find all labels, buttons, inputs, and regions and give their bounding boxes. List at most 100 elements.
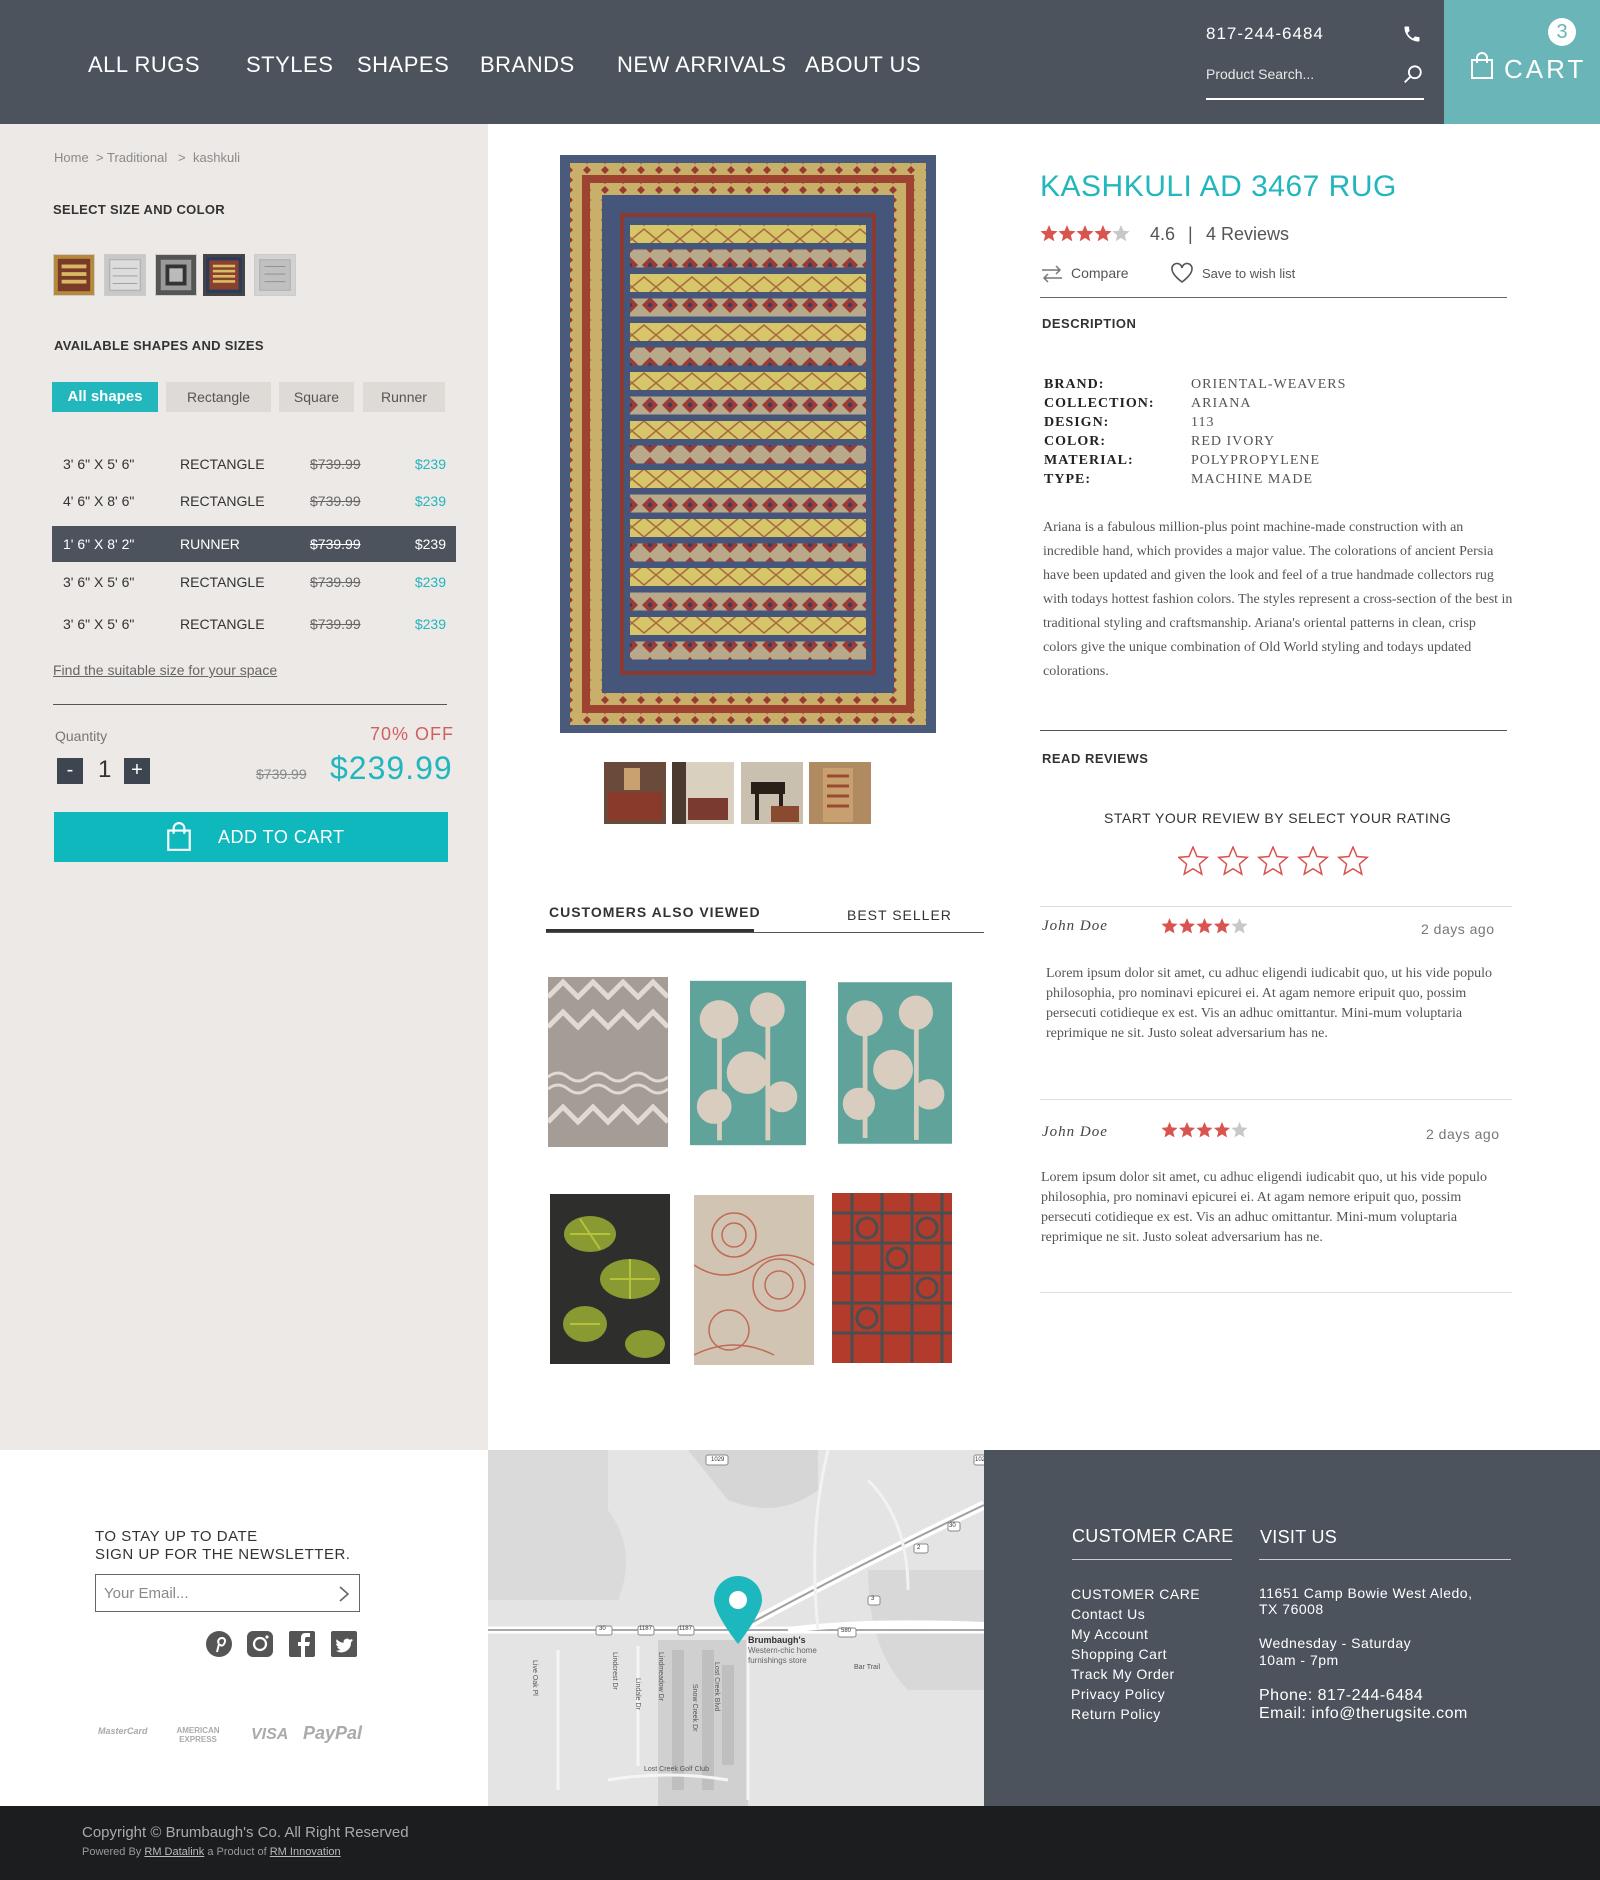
color-swatch[interactable] [155,254,197,296]
filter-all-shapes[interactable]: All shapes [52,382,158,412]
star-icon[interactable] [1296,846,1330,876]
star-icon[interactable] [1256,846,1290,876]
phone-icon[interactable] [1402,24,1422,44]
store-map[interactable]: 1029 30 1187 580 30 1187 2 3 1029 Brumba… [488,1450,984,1806]
rug-stripe [630,445,866,464]
nav-new-arrivals[interactable]: NEW ARRIVALS [617,52,786,78]
breadcrumb-category[interactable]: Traditional [107,150,167,165]
related-product-image[interactable] [694,1195,814,1365]
search-icon[interactable] [1402,64,1424,86]
header-phone[interactable]: 817-244-6484 [1206,24,1324,44]
wishlist-link[interactable]: Save to wish list [1202,266,1295,281]
add-to-cart-label: ADD TO CART [218,827,345,847]
map-street-label: Lindale Dr [634,1678,641,1710]
star-icon[interactable] [1178,846,1210,876]
add-to-cart-button[interactable]: ADD TO CART [54,812,448,862]
nav-shapes[interactable]: SHAPES [357,52,449,78]
spec-label: TYPE: [1044,472,1091,487]
gallery-thumbnail[interactable] [809,762,871,824]
breadcrumb-separator: > [178,150,186,165]
related-product-image[interactable] [838,979,952,1147]
newsletter-form [95,1574,360,1612]
map-street-label: Lost Creek Blvd [713,1662,720,1712]
size-option[interactable]: 3' 6" X 5' 6" RECTANGLE $739.99 $239 [52,564,456,600]
compare-icon[interactable] [1040,263,1064,285]
email-field[interactable] [104,1583,324,1603]
star-icon[interactable] [1336,846,1370,876]
size-dimension: 3' 6" X 5' 6" [63,456,135,472]
size-option-selected[interactable]: 1' 6" X 8' 2" RUNNER $739.99 $239 [52,526,456,562]
heart-icon[interactable] [1170,262,1194,284]
size-option[interactable]: 4' 6" X 8' 6" RECTANGLE $739.99 $239 [52,483,456,519]
filter-runner[interactable]: Runner [363,382,445,412]
site-header [0,0,1600,124]
nav-styles[interactable]: STYLES [246,52,333,78]
chevron-right-icon[interactable] [337,1585,351,1603]
star-icon [1178,1122,1196,1138]
color-swatch[interactable] [104,254,146,296]
spec-value: 113 [1191,415,1215,430]
search-input[interactable] [1206,64,1396,84]
nav-about-us[interactable]: ABOUT US [805,52,921,78]
related-product-image[interactable] [832,1193,952,1363]
footer-link[interactable]: My Account [1071,1626,1148,1642]
amex-logo: AMERICAN EXPRESS [176,1726,220,1744]
footer-link[interactable]: Return Policy [1071,1706,1161,1722]
footer-link[interactable]: Privacy Policy [1071,1686,1165,1702]
powered-link[interactable]: RM Datalink [144,1846,204,1858]
rug-stripe [630,396,866,415]
footer-email[interactable]: Email: info@therugsite.com [1259,1705,1468,1723]
gallery-thumbnail[interactable] [604,762,666,824]
breadcrumb-home[interactable]: Home [54,150,89,165]
product-title: KASHKULI AD 3467 RUG [1040,170,1397,203]
hours-line: 10am - 7pm [1259,1652,1339,1668]
review-count-link[interactable]: 4 Reviews [1206,224,1289,245]
find-size-link[interactable]: Find the suitable size for your space [53,662,277,678]
twitter-icon[interactable] [330,1630,358,1658]
tab-customers-also-viewed[interactable]: CUSTOMERS ALSO VIEWED [549,904,761,920]
product-image[interactable] [560,155,936,733]
rug-stripe [630,568,866,586]
qty-increase-button[interactable]: + [124,758,150,784]
company-link[interactable]: RM Innovation [270,1846,341,1858]
quantity-value[interactable]: 1 [98,756,111,784]
spec-value: ORIENTAL-WEAVERS [1191,377,1347,392]
color-swatch[interactable] [53,254,95,296]
related-product-image[interactable] [548,977,668,1147]
address-line: TX 76008 [1259,1601,1324,1617]
map-place-label: Lost Creek Golf Club [644,1766,709,1773]
related-product-image[interactable] [690,979,806,1147]
divider [1259,1559,1511,1560]
instagram-icon[interactable] [246,1630,274,1658]
hours-line: Wednesday - Saturday [1259,1635,1412,1651]
color-swatch[interactable] [254,254,296,296]
map-street-label: Lindmeadow Dr [657,1652,664,1702]
tab-best-seller[interactable]: BEST SELLER [847,907,952,923]
review-prompt: START YOUR REVIEW BY SELECT YOUR RATING [1104,810,1452,826]
gallery-thumbnail[interactable] [672,762,734,824]
map-street-label: Snow Creek Dr [691,1684,698,1732]
breadcrumb-current: kashkuli [193,150,240,165]
color-swatch-selected[interactable] [203,254,245,296]
size-option[interactable]: 3' 6" X 5' 6" RECTANGLE $739.99 $239 [52,446,456,482]
pinterest-icon[interactable] [205,1630,233,1658]
filter-rectangle[interactable]: Rectangle [166,382,271,412]
cart-button[interactable]: CART 3 [1444,0,1600,124]
rating-input[interactable] [1178,846,1376,880]
footer-phone[interactable]: Phone: 817-244-6484 [1259,1687,1423,1705]
footer-link[interactable]: CUSTOMER CARE [1071,1586,1200,1602]
footer-link[interactable]: Contact Us [1071,1606,1145,1622]
footer-link[interactable]: Shopping Cart [1071,1646,1167,1662]
star-icon [1196,918,1213,934]
facebook-icon[interactable] [288,1630,316,1658]
footer-link[interactable]: Track My Order [1071,1666,1175,1682]
size-option[interactable]: 3' 6" X 5' 6" RECTANGLE $739.99 $239 [52,606,456,642]
related-product-image[interactable] [550,1194,670,1364]
nav-all-rugs[interactable]: ALL RUGS [88,52,200,78]
qty-decrease-button[interactable]: - [57,758,83,784]
gallery-thumbnail[interactable] [741,762,803,824]
nav-brands[interactable]: BRANDS [480,52,575,78]
star-icon[interactable] [1216,846,1250,876]
filter-square[interactable]: Square [279,382,354,412]
compare-link[interactable]: Compare [1071,265,1129,281]
